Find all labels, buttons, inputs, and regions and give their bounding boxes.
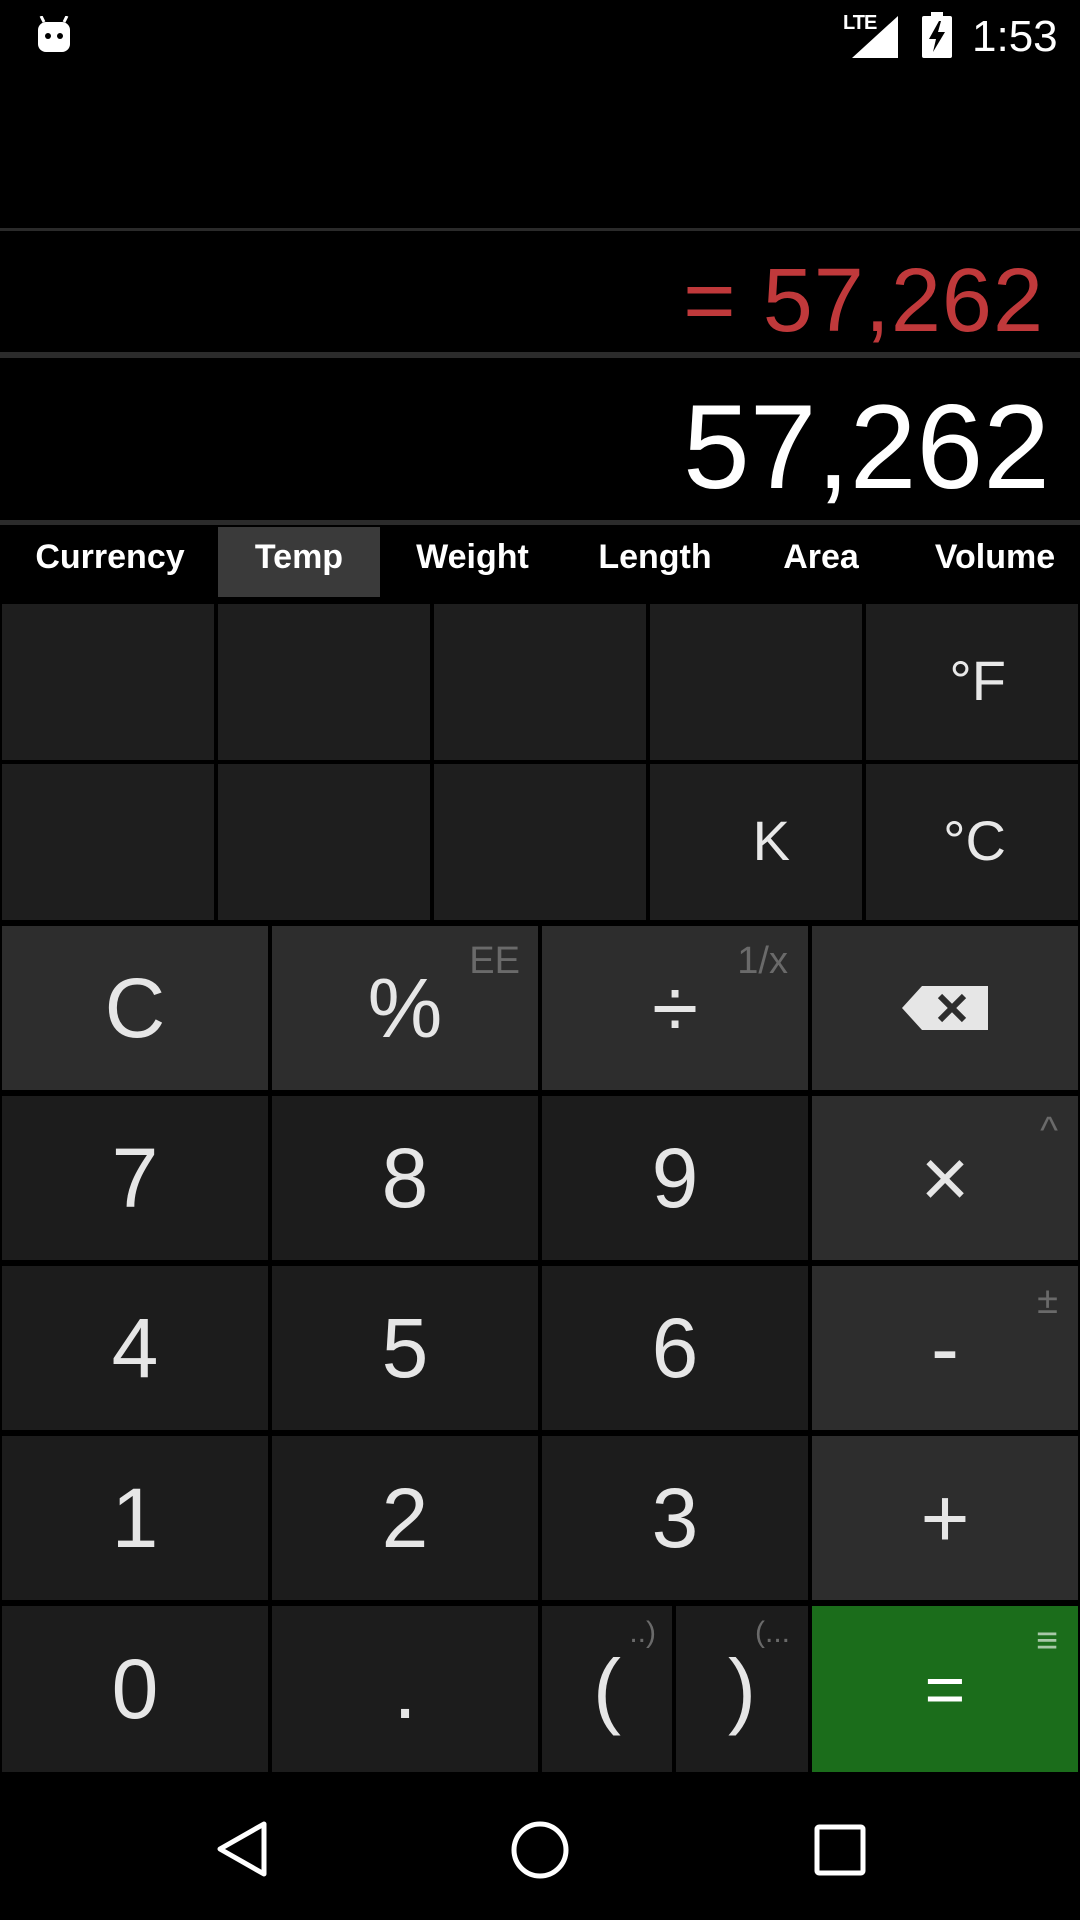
result-value: = 57,262: [683, 251, 1044, 351]
tab-area[interactable]: Area: [765, 527, 877, 597]
unit-key-empty[interactable]: [218, 604, 430, 760]
signal-icon: [852, 16, 898, 58]
unit-key-fahrenheit[interactable]: °F: [866, 604, 1078, 760]
equals-button[interactable]: = ≡: [812, 1606, 1078, 1772]
unit-category-tabs: Currency Temp Weight Length Area Volume: [0, 525, 1080, 597]
unit-key-kelvin[interactable]: K: [650, 764, 862, 920]
reciprocal-label: 1/x: [737, 940, 788, 982]
backspace-button[interactable]: [812, 926, 1078, 1090]
tab-temp[interactable]: Temp: [218, 527, 380, 597]
unit-key-empty[interactable]: [434, 604, 646, 760]
celsius-label: °C: [943, 809, 1006, 872]
unit-key-empty[interactable]: [434, 764, 646, 920]
minus-label: -: [931, 1300, 959, 1395]
digit-5-button[interactable]: 5: [272, 1266, 538, 1430]
unit-key-empty[interactable]: [650, 604, 862, 760]
result-display: = 57,262: [0, 232, 1080, 352]
tab-weight[interactable]: Weight: [395, 527, 550, 597]
clear-button[interactable]: C: [2, 926, 268, 1090]
equals-label: =: [924, 1650, 966, 1728]
back-icon[interactable]: [216, 1820, 268, 1878]
navigation-bar: [0, 1776, 1080, 1920]
digit-3-button[interactable]: 3: [542, 1436, 808, 1600]
open-paren-button[interactable]: ( ..): [542, 1606, 672, 1772]
status-bar: LTE 1:53: [0, 0, 1080, 72]
digit-7-button[interactable]: 7: [2, 1096, 268, 1260]
android-notification-icon: [38, 16, 70, 52]
fahrenheit-label: °F: [949, 649, 1006, 712]
multiply-label: ×: [920, 1130, 970, 1225]
digit-0-button[interactable]: 0: [2, 1606, 268, 1772]
decimal-point-button[interactable]: .: [272, 1606, 538, 1772]
exponent-ee-label: EE: [469, 940, 520, 982]
close-paren-hint: (...: [755, 1616, 790, 1649]
unit-key-celsius[interactable]: °C: [866, 764, 1078, 920]
unit-key-empty[interactable]: [218, 764, 430, 920]
percent-button[interactable]: % EE: [272, 926, 538, 1090]
plus-minus-label: ±: [1037, 1280, 1058, 1322]
digit-4-button[interactable]: 4: [2, 1266, 268, 1430]
divide-label: ÷: [651, 960, 699, 1055]
display-divider: [0, 228, 1080, 231]
unit-key-empty[interactable]: [2, 604, 214, 760]
tab-length[interactable]: Length: [580, 527, 730, 597]
battery-charging-icon: [922, 12, 952, 58]
unit-key-empty[interactable]: [2, 764, 214, 920]
digit-1-button[interactable]: 1: [2, 1436, 268, 1600]
history-menu-icon: ≡: [1035, 1620, 1058, 1662]
digit-9-button[interactable]: 9: [542, 1096, 808, 1260]
divide-button[interactable]: ÷ 1/x: [542, 926, 808, 1090]
plus-button[interactable]: +: [812, 1436, 1078, 1600]
kelvin-label: K: [752, 809, 790, 872]
expression-display[interactable]: 57,262: [0, 358, 1080, 518]
power-label: ^: [1040, 1110, 1058, 1152]
minus-button[interactable]: - ±: [812, 1266, 1078, 1430]
home-icon[interactable]: [510, 1820, 570, 1880]
tab-currency[interactable]: Currency: [10, 527, 210, 597]
open-paren-hint: ..): [629, 1616, 656, 1649]
clear-label: C: [104, 960, 166, 1055]
digit-8-button[interactable]: 8: [272, 1096, 538, 1260]
percent-label: %: [367, 960, 443, 1055]
recents-icon[interactable]: [814, 1824, 866, 1876]
expression-value[interactable]: 57,262: [683, 378, 1050, 516]
plus-label: +: [920, 1470, 970, 1565]
digit-6-button[interactable]: 6: [542, 1266, 808, 1430]
tab-volume[interactable]: Volume: [920, 527, 1070, 597]
close-paren-button[interactable]: ) (...: [676, 1606, 808, 1772]
digit-2-button[interactable]: 2: [272, 1436, 538, 1600]
backspace-icon: [902, 986, 988, 1030]
status-clock: 1:53: [972, 12, 1058, 61]
multiply-button[interactable]: × ^: [812, 1096, 1078, 1260]
